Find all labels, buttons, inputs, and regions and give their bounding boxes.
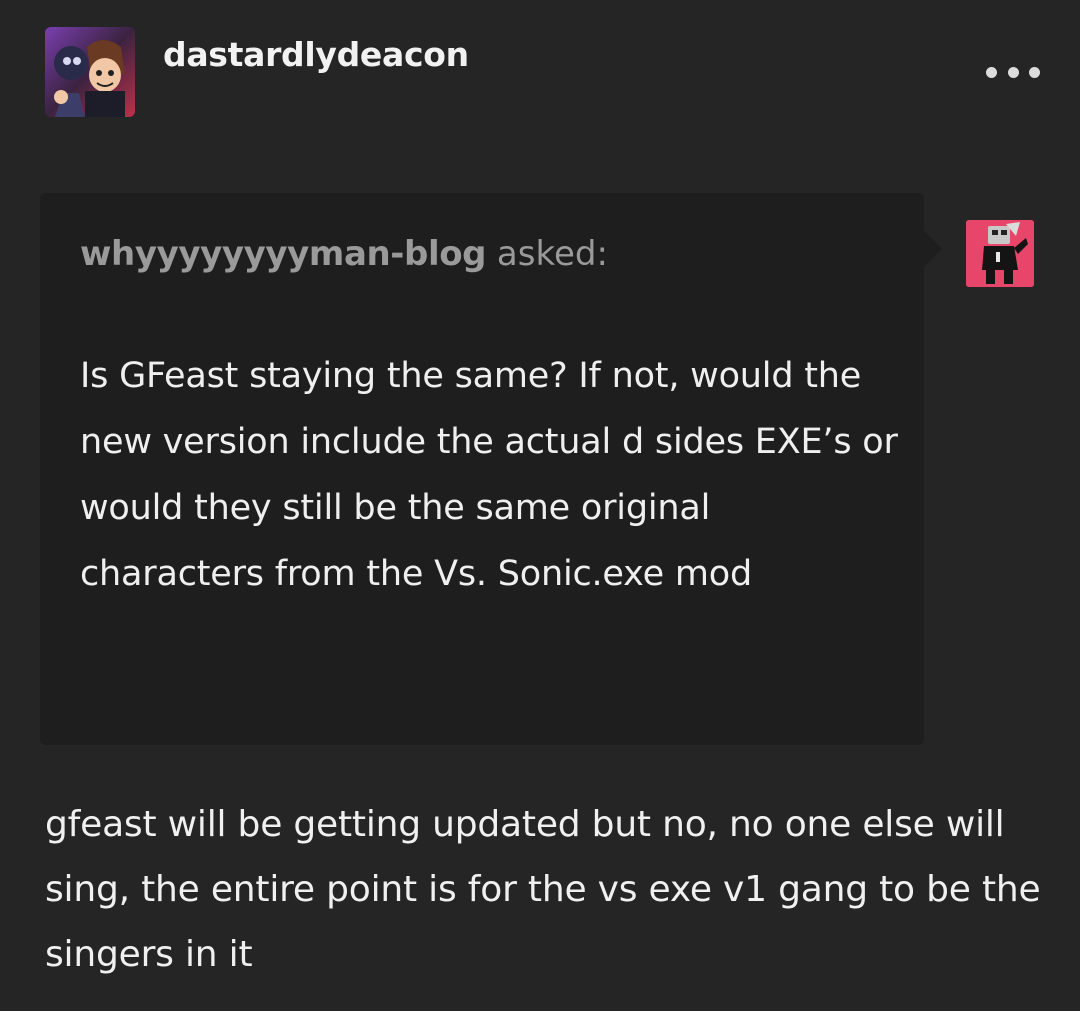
blog-avatar-icon <box>45 27 135 117</box>
asker-avatar[interactable] <box>966 220 1034 287</box>
author-avatar[interactable] <box>45 27 135 117</box>
more-options-icon-dot <box>1007 66 1019 78</box>
asker-line: whyyyyyyyyman-blog asked: <box>80 231 608 277</box>
ask-box: whyyyyyyyyman-blog asked: Is GFeast stay… <box>40 193 942 745</box>
asked-label: asked: <box>496 234 608 274</box>
more-options-icon <box>986 66 997 78</box>
answer-text: gfeast will be getting updated but no, n… <box>45 804 1041 975</box>
more-options-icon-dot <box>1029 66 1040 78</box>
asker-name[interactable]: whyyyyyyyyman-blog <box>80 234 487 274</box>
asker-avatar-icon <box>966 220 1034 287</box>
post-author-name[interactable]: dastardlydeacon <box>163 34 469 76</box>
more-options-button[interactable] <box>986 58 1040 86</box>
ask-question: Is GFeast staying the same? If not, woul… <box>80 356 898 594</box>
post-header: dastardlydeacon <box>0 0 1080 130</box>
